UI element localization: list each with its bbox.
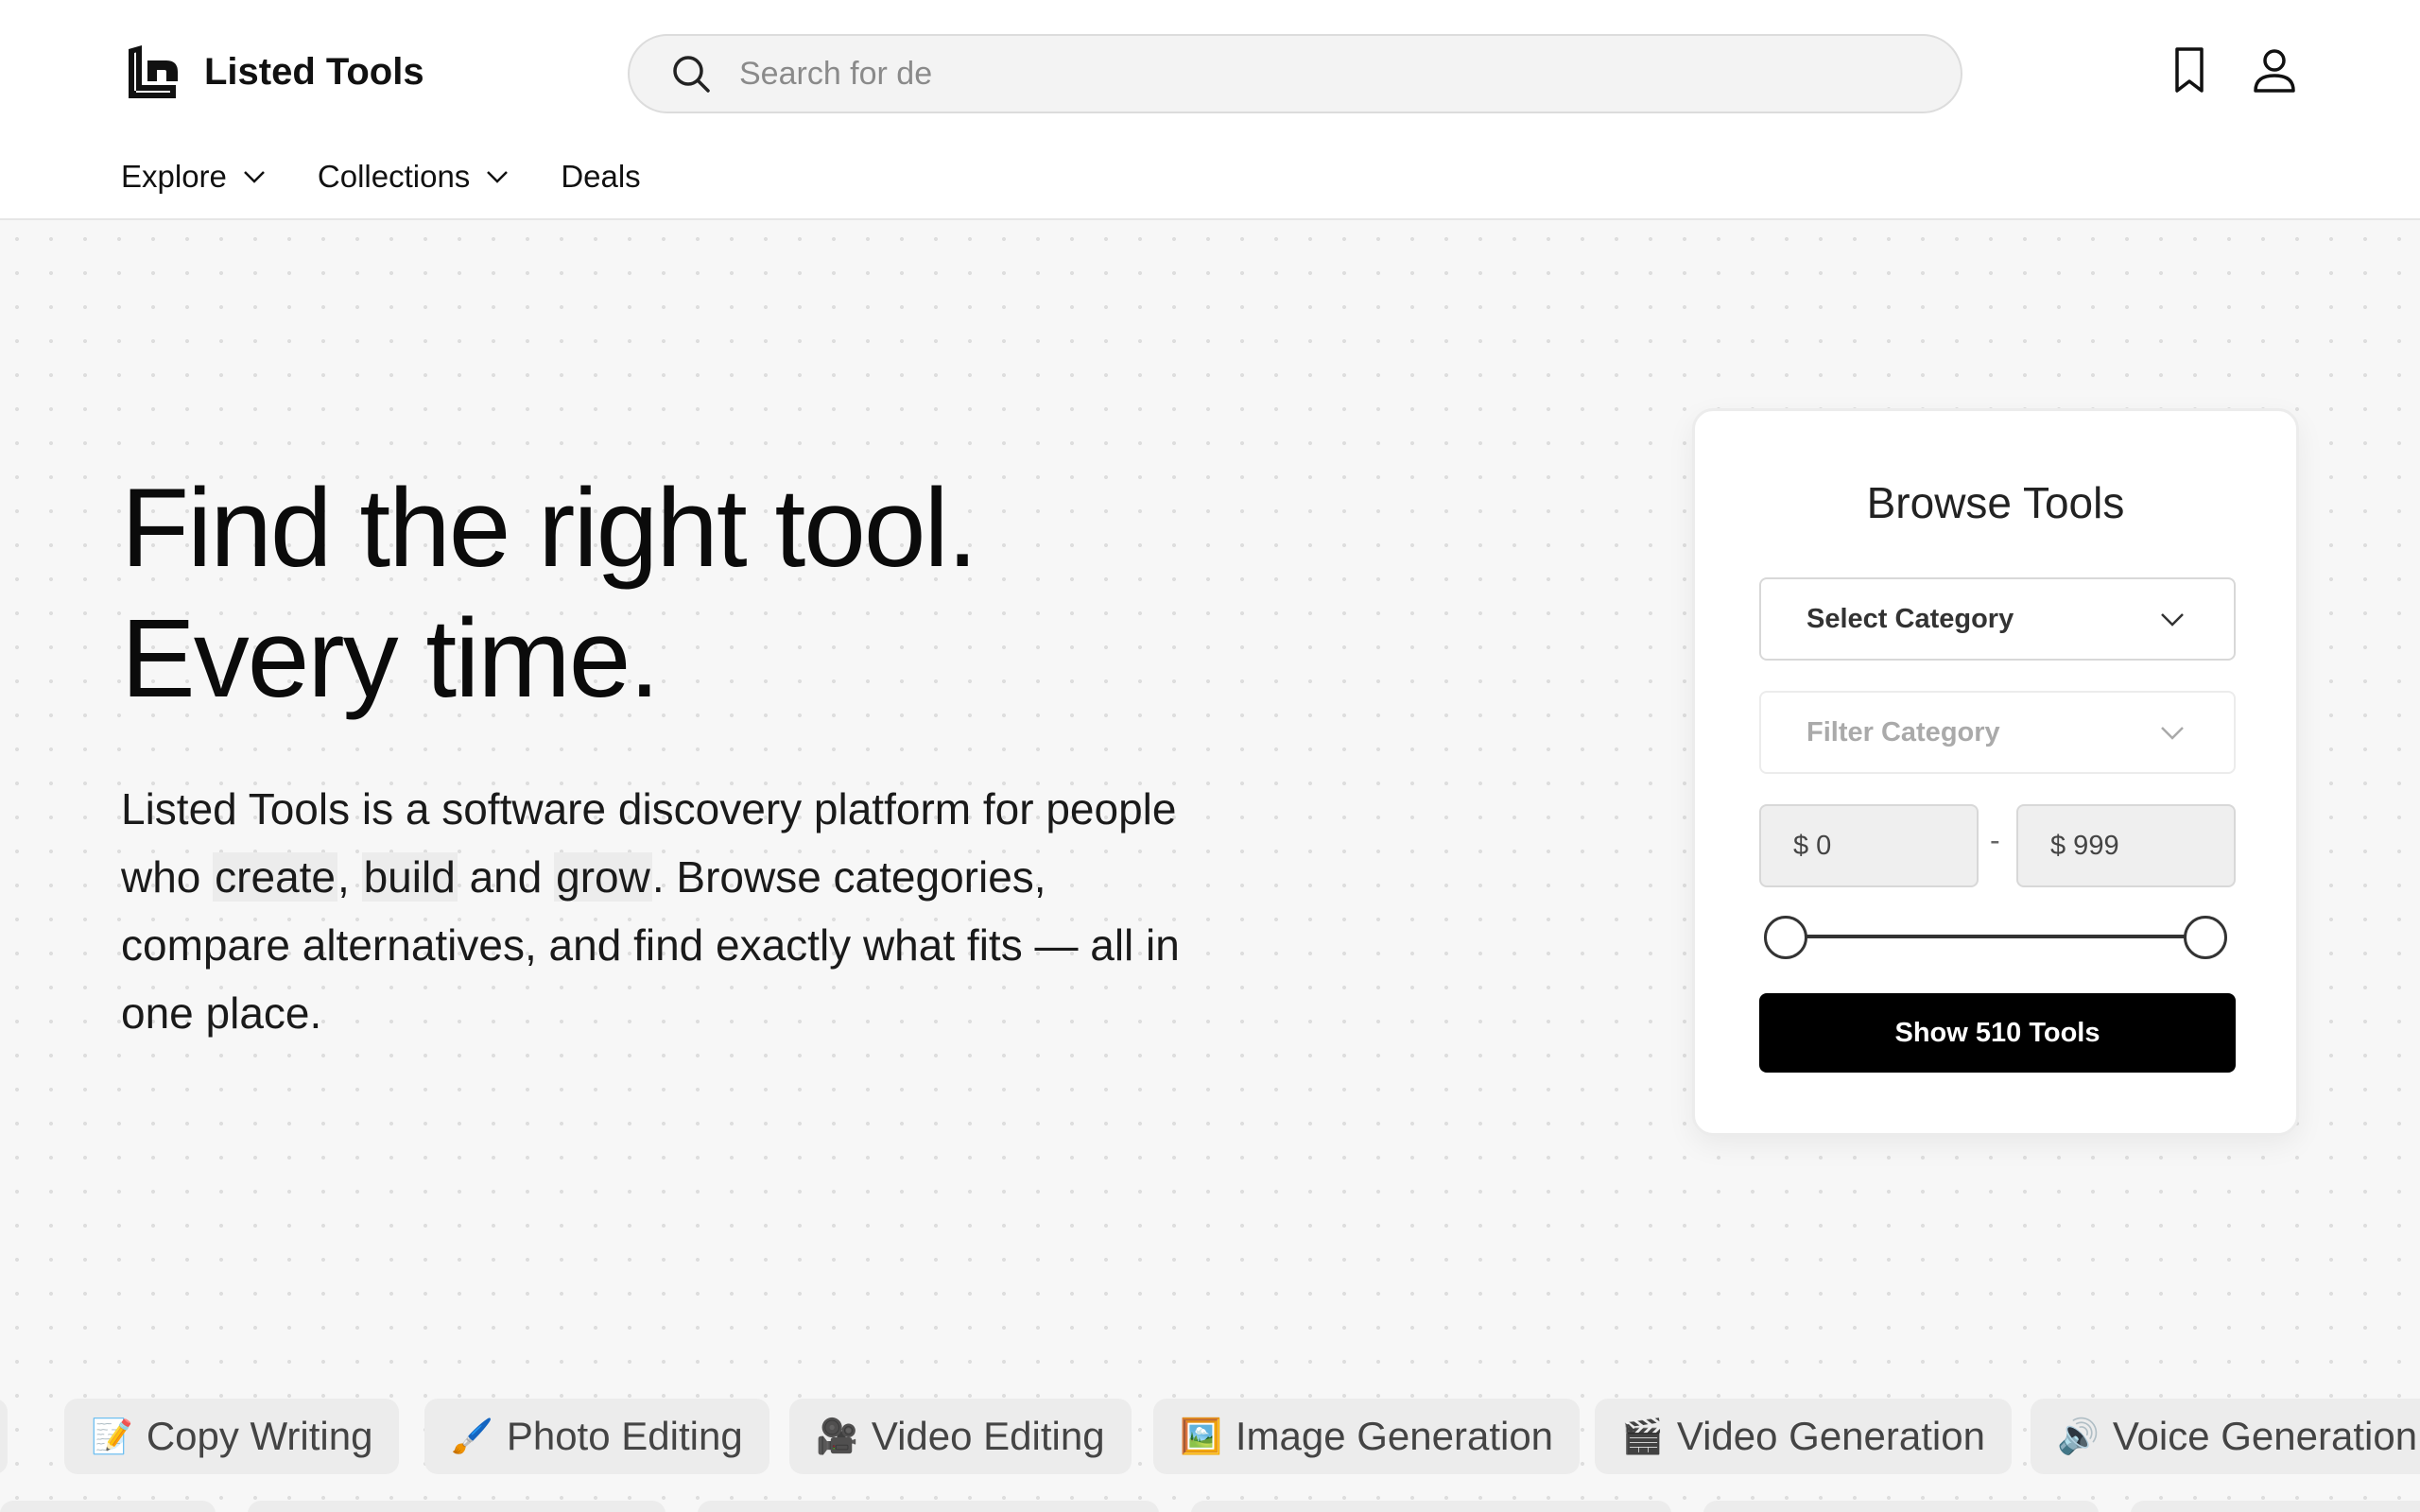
category-pills-row-2 [0,1501,2420,1512]
brand-logo[interactable]: Listed Tools [125,42,424,102]
nav-explore-label: Explore [121,159,227,194]
price-slider-track[interactable] [1786,935,2205,938]
paintbrush-icon: 🖌️ [451,1417,493,1455]
price-max-input[interactable]: $ 999 [2016,804,2236,887]
category-pill-partial[interactable] [248,1501,666,1512]
highlight-grow: grow [554,852,652,902]
speaker-icon: 🔊 [2057,1417,2100,1455]
category-pill-label: Photo Editing [506,1414,743,1458]
user-icon[interactable] [2246,42,2303,98]
picture-icon: 🖼️ [1180,1417,1222,1455]
clapperboard-icon: 🎬 [1621,1417,1664,1455]
video-camera-icon: 🎥 [816,1417,858,1455]
chevron-down-icon [244,171,265,183]
price-min-input[interactable]: $ 0 [1759,804,1979,887]
site-header: Listed Tools Explore Collections [0,0,2420,220]
nav-collections-label: Collections [317,159,471,194]
category-pill-label: Voice Generation [2112,1414,2418,1458]
memo-icon: 📝 [91,1417,133,1455]
main-nav: Explore Collections Deals [121,159,690,195]
category-pill-video-generation[interactable]: 🎬 Video Generation [1595,1399,2012,1474]
hero-desc-and: and [457,852,555,902]
category-pill-label: Image Generation [1235,1414,1554,1458]
browse-tools-card: Browse Tools Select Category Filter Cate… [1692,408,2299,1136]
filter-category-dropdown[interactable]: Filter Category [1759,691,2236,774]
highlight-build: build [361,852,458,902]
search-icon [673,56,710,93]
category-pill-partial[interactable] [698,1501,1159,1512]
hero-title: Find the right tool. Every time. [121,463,1444,724]
category-pill-label: Copy Writing [146,1414,373,1458]
nav-deals-label: Deals [561,159,641,194]
brand-name: Listed Tools [204,50,424,93]
listed-tools-logo-icon [129,45,178,98]
price-separator: - [1990,823,2000,857]
category-pill-partial[interactable] [1703,1501,2099,1512]
page: Listed Tools Explore Collections [0,0,2420,1512]
search-input[interactable] [739,55,1961,93]
category-pill-photo-editing[interactable]: 🖌️ Photo Editing [424,1399,769,1474]
category-pill-copy-writing[interactable]: 📝 Copy Writing [64,1399,400,1474]
category-pill-image-generation[interactable]: 🖼️ Image Generation [1153,1399,1581,1474]
select-category-dropdown[interactable]: Select Category [1759,577,2236,661]
category-pills-row: t 📝 Copy Writing 🖌️ Photo Editing 🎥 Vide… [0,1399,2420,1474]
category-pill[interactable]: t [0,1399,8,1474]
highlight-create: create [213,852,338,902]
nav-collections[interactable]: Collections [318,159,511,195]
show-tools-button[interactable]: Show 510 Tools [1759,993,2236,1073]
price-slider-min-handle[interactable] [1764,916,1807,959]
chevron-down-icon [487,171,509,183]
category-pill-partial[interactable] [1191,1501,1671,1512]
nav-deals[interactable]: Deals [561,159,640,195]
category-pill-label: Video Editing [871,1414,1105,1458]
hero-title-line1: Find the right tool. [121,466,978,591]
price-slider-max-handle[interactable] [2184,916,2227,959]
hero-description: Listed Tools is a software discovery pla… [121,775,1180,1047]
chevron-down-icon [2161,727,2184,740]
filter-category-label: Filter Category [1806,716,2000,747]
category-pill-label: Video Generation [1676,1414,1985,1458]
select-category-label: Select Category [1806,603,2014,634]
bookmark-icon[interactable] [2161,42,2218,98]
hero-desc-comma: , [337,852,362,902]
hero-title-line2: Every time. [121,596,660,721]
category-pill-partial[interactable] [2131,1501,2420,1512]
category-pill-voice-generation[interactable]: 🔊 Voice Generation [2031,1399,2420,1474]
category-pill-video-editing[interactable]: 🎥 Video Editing [789,1399,1132,1474]
search-bar[interactable] [628,34,1962,113]
chevron-down-icon [2161,613,2184,627]
nav-explore[interactable]: Explore [121,159,268,195]
category-pill-partial[interactable] [0,1501,216,1512]
browse-tools-title: Browse Tools [1866,478,2125,527]
